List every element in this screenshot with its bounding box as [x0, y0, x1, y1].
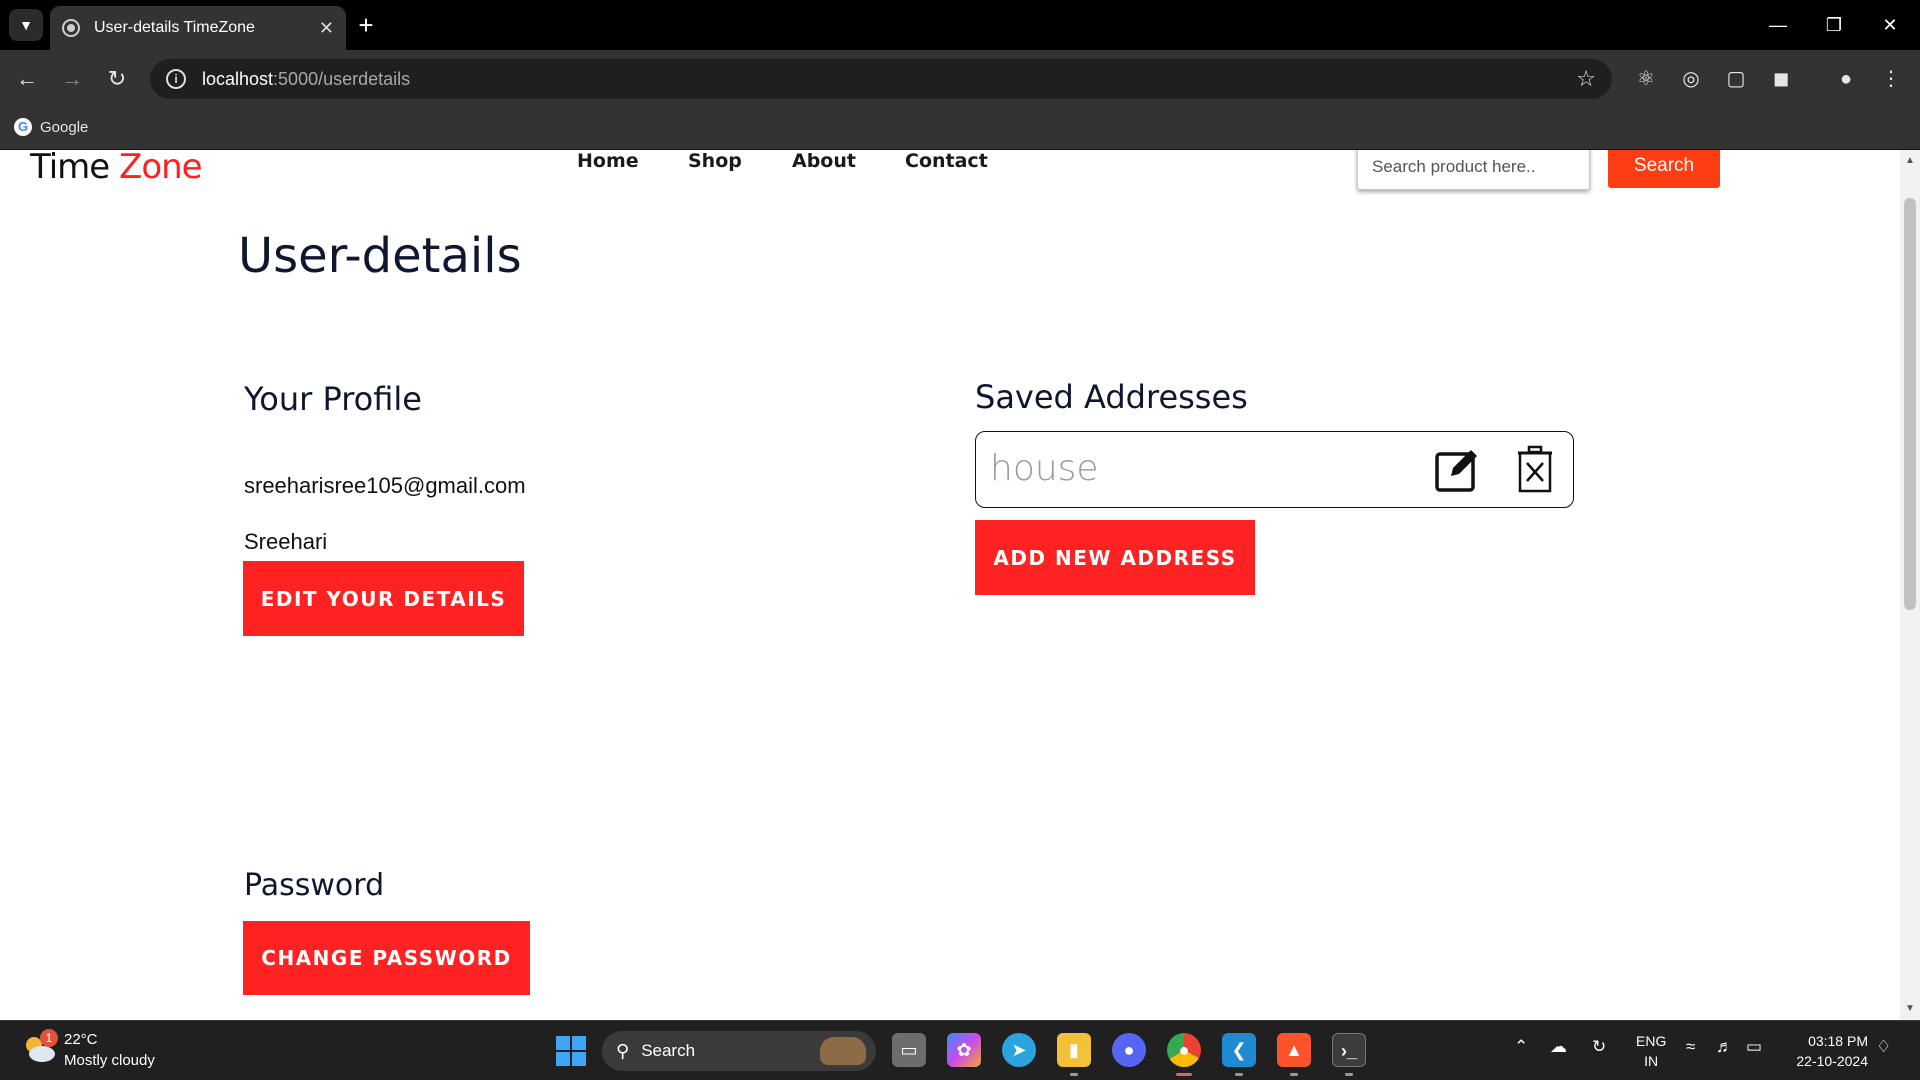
browser-toolbar: ← → ↻ i localhost:5000/userdetails ☆ ⚛ ◎… [0, 50, 1920, 108]
windows-start-icon[interactable] [556, 1036, 586, 1066]
windows-taskbar: 1 22°C Mostly cloudy ⚲ Search ▭ ✿ ➤ ▮ ● … [0, 1020, 1920, 1080]
task-view-icon[interactable]: ▭ [892, 1033, 926, 1067]
address-card: house [975, 431, 1574, 508]
globe-icon [62, 19, 80, 37]
volume-icon[interactable]: ♬ [1716, 1037, 1733, 1057]
change-password-button[interactable]: CHANGE PASSWORD [243, 921, 530, 995]
brave-running-indicator [1290, 1073, 1298, 1076]
weather-temperature[interactable]: 22°C [64, 1031, 98, 1048]
onedrive-cloud-icon[interactable]: ☁ [1550, 1037, 1567, 1057]
close-window-icon[interactable]: ✕ [1870, 8, 1910, 42]
react-devtools-icon[interactable]: ⚛ [1631, 64, 1661, 94]
profile-heading: Your Profile [244, 380, 422, 418]
product-search-input[interactable] [1357, 150, 1590, 190]
taskbar-search[interactable]: ⚲ Search [602, 1031, 876, 1071]
region-code: IN [1644, 1053, 1659, 1069]
telegram-icon[interactable]: ➤ [1002, 1033, 1036, 1067]
browser-tab[interactable]: User-details TimeZone ✕ [50, 6, 346, 50]
system-clock[interactable]: 03:18 PM 22-10-2024 [1786, 1031, 1868, 1071]
logo-zone: Zone [119, 150, 203, 187]
nav-about[interactable]: About [792, 150, 856, 172]
address-name: house [990, 448, 1099, 489]
site-logo[interactable]: Time Zone [30, 150, 203, 187]
discord-icon[interactable]: ● [1112, 1033, 1146, 1067]
search-icon: ⚲ [616, 1040, 630, 1061]
file-explorer-icon[interactable]: ▮ [1057, 1033, 1091, 1067]
clock-date: 22-10-2024 [1796, 1053, 1868, 1069]
url-host: localhost [202, 68, 274, 89]
edit-details-button[interactable]: EDIT YOUR DETAILS [243, 561, 524, 636]
nav-contact[interactable]: Contact [905, 150, 988, 172]
language-indicator[interactable]: ENG IN [1636, 1031, 1666, 1071]
brave-icon[interactable]: ▲ [1277, 1033, 1311, 1067]
address-bar[interactable]: i localhost:5000/userdetails ☆ [150, 59, 1612, 99]
tab-title: User-details TimeZone [94, 19, 255, 36]
bookmark-label: Google [40, 118, 89, 136]
sync-icon[interactable]: ↻ [1592, 1037, 1606, 1057]
scroll-down-icon[interactable]: ▼ [1900, 1000, 1920, 1018]
bookmarks-bar: G Google [0, 108, 1920, 150]
google-icon: G [14, 118, 32, 136]
addresses-heading: Saved Addresses [975, 378, 1248, 416]
delete-icon[interactable] [1517, 445, 1553, 493]
site-info-icon[interactable]: i [166, 69, 186, 89]
chrome-active-indicator [1176, 1073, 1192, 1076]
wifi-icon[interactable]: ≈ [1686, 1037, 1695, 1057]
vscode-icon[interactable]: ❮ [1222, 1033, 1256, 1067]
clipboard-extension-icon[interactable]: ▢ [1721, 64, 1751, 94]
show-hidden-icons-chevron-icon[interactable]: ⌃ [1514, 1037, 1528, 1057]
browser-tab-bar: ▼ User-details TimeZone ✕ + — ❐ ✕ [0, 0, 1920, 50]
new-tab-icon[interactable]: + [352, 8, 380, 42]
minimize-icon[interactable]: — [1758, 8, 1798, 42]
taskbar-search-label: Search [641, 1041, 696, 1060]
page-content: Time Zone Home Shop About Contact Search… [0, 150, 1900, 1020]
target-extension-icon[interactable]: ◎ [1676, 64, 1706, 94]
clock-time: 03:18 PM [1808, 1033, 1868, 1049]
explorer-running-indicator [1070, 1073, 1078, 1076]
edit-icon[interactable] [1434, 445, 1482, 493]
bookmark-google[interactable]: G Google [14, 118, 88, 136]
back-icon[interactable]: ← [10, 62, 44, 96]
page-title: User-details [238, 228, 522, 284]
password-heading: Password [244, 868, 385, 903]
logo-time: Time [30, 150, 110, 187]
browser-menu-icon[interactable]: ⋮ [1876, 64, 1906, 94]
reload-icon[interactable]: ↻ [100, 62, 134, 96]
language-code: ENG [1636, 1033, 1667, 1049]
search-button[interactable]: Search [1608, 150, 1720, 188]
extensions-puzzle-icon[interactable]: ◼ [1766, 64, 1796, 94]
search-highlight-image [820, 1037, 866, 1065]
profile-email: sreeharisree105@gmail.com [244, 473, 526, 498]
battery-icon[interactable]: ▭ [1746, 1037, 1762, 1057]
nav-shop[interactable]: Shop [688, 150, 742, 172]
add-address-button[interactable]: ADD NEW ADDRESS [975, 520, 1255, 595]
bookmark-star-icon[interactable]: ☆ [1576, 66, 1596, 92]
profile-name: Sreehari [244, 529, 328, 554]
terminal-running-indicator [1345, 1073, 1353, 1076]
scroll-thumb[interactable] [1904, 198, 1916, 610]
profile-avatar-icon[interactable]: ● [1831, 64, 1861, 94]
scroll-up-icon[interactable]: ▲ [1900, 152, 1920, 170]
weather-notification-badge: 1 [40, 1029, 58, 1047]
nav-home[interactable]: Home [577, 150, 639, 172]
chrome-icon[interactable]: ● [1167, 1033, 1201, 1067]
url-path: :5000/userdetails [273, 68, 411, 89]
restore-icon[interactable]: ❐ [1814, 8, 1854, 42]
tab-search-chevron-icon[interactable]: ▼ [9, 9, 43, 41]
tab-close-icon[interactable]: ✕ [319, 18, 334, 39]
forward-icon[interactable]: → [55, 62, 89, 96]
terminal-icon[interactable]: ›_ [1332, 1033, 1366, 1067]
page-scrollbar[interactable]: ▲ ▼ [1900, 150, 1920, 1020]
weather-description[interactable]: Mostly cloudy [64, 1052, 155, 1069]
notification-bell-icon[interactable]: ♢ [1876, 1037, 1891, 1057]
copilot-icon[interactable]: ✿ [947, 1033, 981, 1067]
vscode-running-indicator [1235, 1073, 1243, 1076]
